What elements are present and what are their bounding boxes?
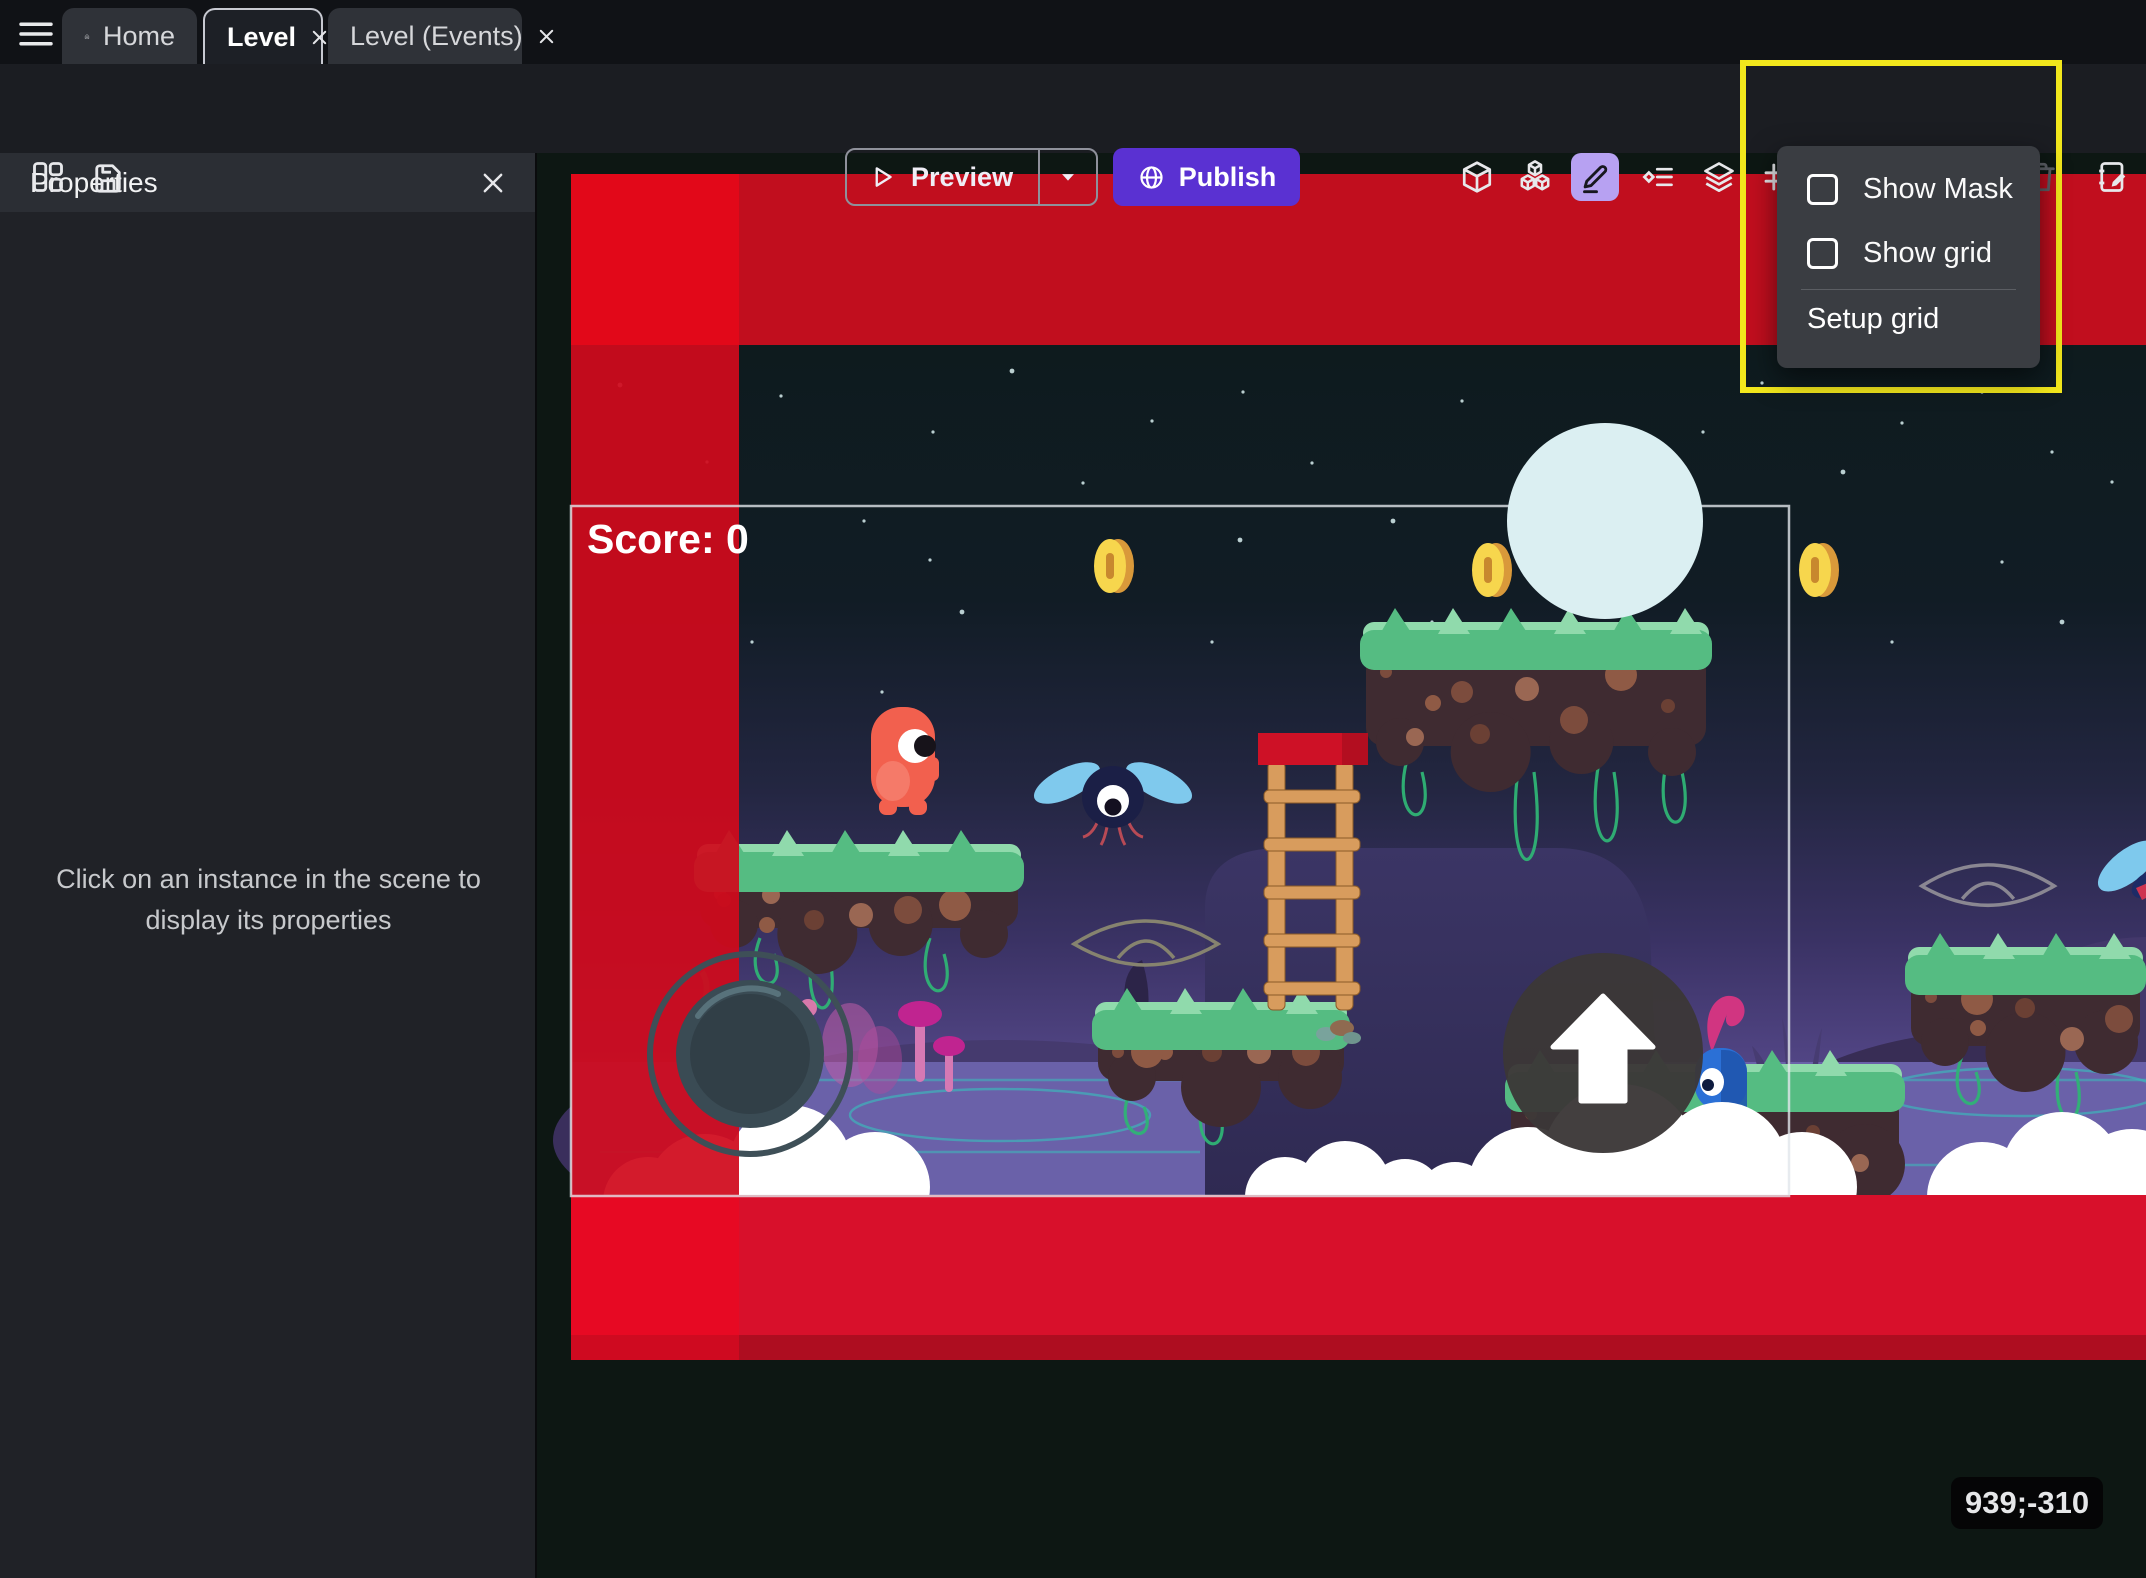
tab-level[interactable]: Level (203, 8, 323, 64)
menu-divider (1801, 289, 2016, 290)
grid-options-menu: Show Mask Show grid Setup grid (1777, 146, 2040, 368)
layers-panel-button[interactable] (1700, 158, 1738, 196)
star (1081, 481, 1084, 484)
star (779, 394, 782, 397)
play-icon (868, 163, 896, 191)
save-icon (90, 159, 126, 195)
properties-panel: Properties Click on an instance in the s… (0, 153, 537, 1578)
star (1238, 538, 1243, 543)
tab-label: Home (103, 21, 175, 52)
star (931, 430, 934, 433)
star (1701, 430, 1704, 433)
preview-button-group: Preview (845, 148, 1098, 206)
flora-blob (858, 1026, 902, 1094)
objects-panel-button[interactable] (1516, 158, 1554, 196)
moon[interactable] (1507, 423, 1703, 619)
empty-state-message: Click on an instance in the scene to dis… (40, 859, 497, 941)
menu-item-show-mask[interactable]: Show Mask (1807, 168, 2013, 210)
preview-label: Preview (911, 162, 1013, 193)
star (1760, 381, 1763, 384)
star (1010, 369, 1015, 374)
instances-list-icon (1640, 159, 1676, 195)
toggle-3d-view-button[interactable] (1458, 158, 1496, 196)
publish-label: Publish (1179, 162, 1277, 193)
jump-button[interactable] (1503, 953, 1703, 1153)
star (960, 610, 965, 615)
star (2000, 560, 2003, 563)
tab-label: Level (227, 22, 296, 53)
star (862, 519, 865, 522)
star (880, 690, 883, 693)
hamburger-icon (18, 19, 54, 49)
coin[interactable] (1094, 539, 1134, 593)
tab-level-events[interactable]: Level (Events) (328, 8, 522, 64)
instances-list-button[interactable] (1639, 158, 1677, 196)
coin[interactable] (1472, 543, 1512, 597)
pebble (1343, 1032, 1361, 1044)
close-icon[interactable] (309, 24, 330, 50)
star (1210, 640, 1213, 643)
score-text[interactable]: Score: 0 (587, 516, 749, 562)
star (928, 558, 931, 561)
preview-button[interactable]: Preview (847, 150, 1040, 204)
star (1150, 419, 1153, 422)
layout-panels-icon (30, 159, 66, 195)
gdevelop-window: Score: 0 Home Level Level (Events) (0, 0, 2146, 1578)
checkbox-show-grid[interactable] (1807, 238, 1838, 269)
joystick-control[interactable] (650, 954, 850, 1154)
scene-settings-button[interactable] (2094, 158, 2132, 196)
close-panel-button[interactable] (479, 167, 511, 199)
selection-edit-tool-button[interactable] (1571, 153, 1619, 201)
star (2060, 620, 2065, 625)
menu-item-label: Show grid (1863, 237, 1992, 270)
panel-header: Properties (0, 153, 535, 212)
globe-icon (1137, 163, 1166, 192)
menu-item-setup-grid[interactable]: Setup grid (1807, 303, 1939, 336)
star (1310, 461, 1313, 464)
star (1980, 390, 1983, 393)
main-menu-button[interactable] (18, 17, 62, 51)
menu-item-label: Show Mask (1863, 173, 2013, 206)
publish-button[interactable]: Publish (1113, 148, 1300, 206)
objects-cubes-icon (1517, 159, 1553, 195)
star (1841, 470, 1846, 475)
open-panels-button[interactable] (29, 158, 67, 196)
preview-options-button[interactable] (1040, 150, 1096, 204)
cursor-coordinates: 939;-310 (1951, 1477, 2103, 1529)
close-icon[interactable] (536, 23, 557, 49)
cube-icon (1459, 159, 1495, 195)
star (750, 640, 753, 643)
pencil-icon (1577, 159, 1613, 195)
tab-home[interactable]: Home (62, 8, 197, 64)
tab-label: Level (Events) (350, 21, 523, 52)
tab-bar: Home Level Level (Events) (0, 0, 2146, 64)
coin[interactable] (1799, 543, 1839, 597)
home-icon (84, 23, 90, 50)
checkbox-show-mask[interactable] (1807, 174, 1838, 205)
caret-down-icon (1055, 164, 1081, 190)
star (1890, 640, 1893, 643)
star (2110, 480, 2113, 483)
save-button[interactable] (89, 158, 127, 196)
toolbar: Preview Publish (0, 64, 2146, 153)
star (1241, 390, 1244, 393)
layers-icon (1701, 159, 1737, 195)
star (2050, 450, 2053, 453)
star (1391, 519, 1396, 524)
star (1900, 421, 1903, 424)
star (1460, 399, 1463, 402)
close-icon (479, 169, 507, 197)
menu-item-show-grid[interactable]: Show grid (1807, 232, 1992, 274)
notebook-edit-icon (2095, 159, 2131, 195)
